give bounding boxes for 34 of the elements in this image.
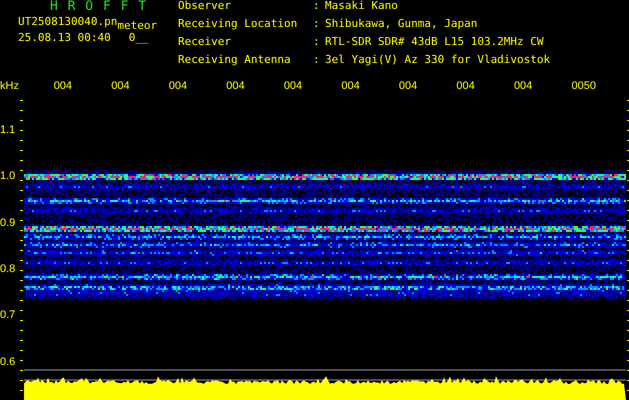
info-separator: : [313,36,321,50]
info-label: Observer [178,0,232,14]
x-axis-label: 004 [456,80,476,92]
x-axis-label: 004 [54,80,74,92]
axis-unit: kHz [0,80,20,92]
info-label: Receiver [178,36,232,50]
x-axis-label: 004 [284,80,304,92]
info-value: Shibukawa, Gunma, Japan [325,18,478,32]
y-axis-label: 0.6 [0,354,16,370]
x-axis-label: 0050 [571,80,597,92]
y-axis-label: 0.9 [0,216,16,231]
y-axis-label: 0.8 [0,262,16,277]
info-value: Masaki Kano [325,0,399,14]
file-name: UT2508130040.pn [18,15,118,29]
info-value: 3el Yagi(V) Az 330 for Vladivostok [325,54,550,68]
x-axis-label: 004 [168,80,188,92]
info-value: RTL-SDR SDR# 43dB L15 103.2MHz CW [325,36,545,50]
event-count: 0__ [128,31,149,45]
x-axis-label: 004 [398,80,418,92]
y-axis-label: 0.7 [0,308,16,324]
app-title: H R O F F T [49,0,148,13]
y-axis-label: 1.1 [0,123,16,138]
event-type: meteor [117,19,158,32]
info-label: Receiving Location [178,18,298,32]
timestamp: 25.08.13 00:40 [18,31,111,45]
x-axis-label: 004 [111,80,131,92]
y-axis-label: 1.0 [0,169,16,184]
info-separator: : [313,54,321,68]
info-separator: : [313,0,321,14]
x-axis-label: 004 [514,80,534,92]
x-axis-label: 004 [341,80,361,92]
x-axis-label: 004 [226,80,246,92]
info-separator: : [313,18,321,32]
info-label: Receiving Antenna [178,54,292,68]
